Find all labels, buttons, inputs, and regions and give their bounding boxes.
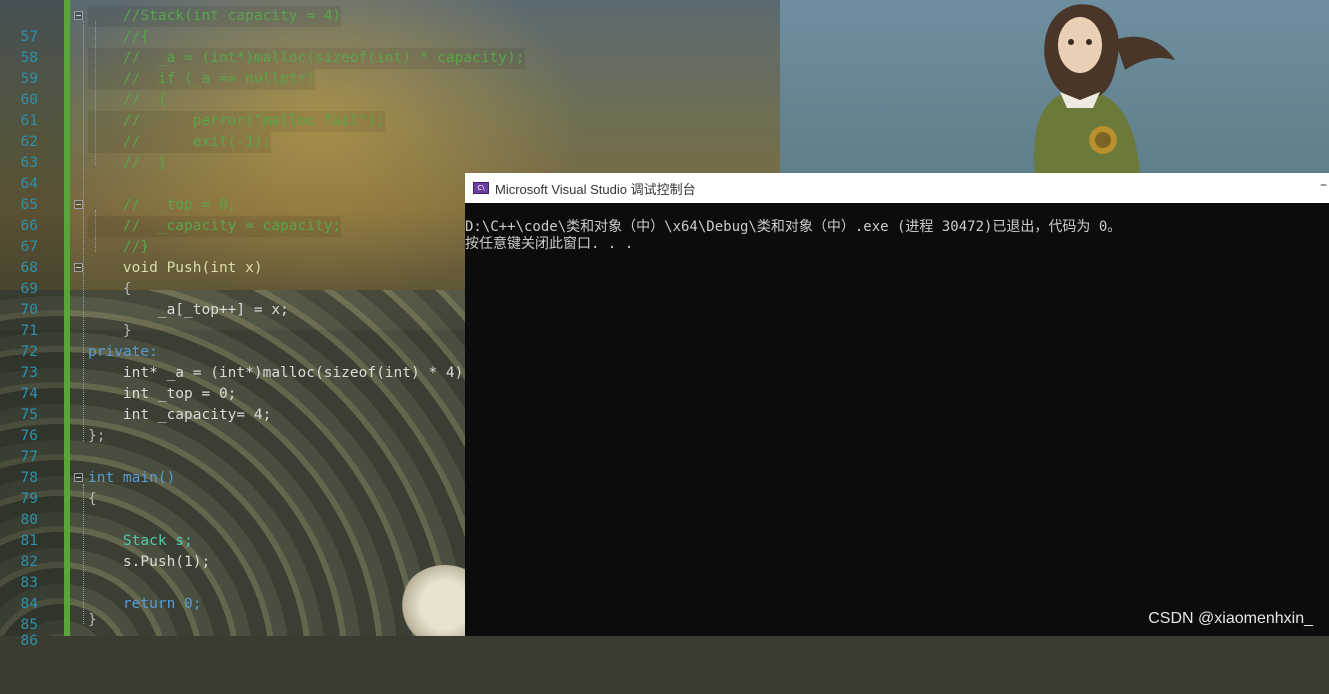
code-text: _a[_top++] = x;	[88, 302, 289, 318]
code-text: int _capacity= 4;	[88, 407, 272, 423]
code-line[interactable]: 76 int _capacity= 4;	[0, 405, 470, 444]
code-text: }	[88, 323, 132, 339]
code-line[interactable]: 83 s.Push(1);	[0, 552, 470, 591]
code-line[interactable]: 80 {	[0, 489, 470, 528]
code-text: // if (_a == nullptr)	[88, 69, 315, 90]
code-line[interactable]: 69 void Push(int x)	[0, 258, 470, 297]
code-text: // exit(-1);	[88, 132, 272, 153]
code-line[interactable]: 75 int _top = 0;	[0, 384, 470, 423]
code-line[interactable]: 74 int* _a = (int*)malloc(sizeof(int) * …	[0, 363, 473, 402]
code-line[interactable]: 66 // _top = 0;	[0, 195, 470, 234]
code-text: // _top = 0;	[88, 197, 237, 213]
code-text: // }	[88, 155, 167, 171]
code-text: int main()	[88, 470, 176, 486]
code-text: };	[88, 428, 106, 444]
code-text: s.Push(1);	[88, 554, 211, 570]
code-text: Stack s;	[88, 533, 193, 549]
code-text: //}	[88, 239, 150, 255]
code-line[interactable]: 79 int main()	[0, 468, 470, 507]
code-line[interactable]: 65	[0, 174, 470, 213]
code-text: //{	[88, 29, 150, 45]
code-line[interactable]: 82 Stack s;	[0, 531, 470, 570]
code-line[interactable]: 60 // if (_a == nullptr)	[0, 69, 470, 108]
console-app-icon: C\	[473, 182, 489, 194]
code-line[interactable]: 72 }	[0, 321, 470, 360]
code-line[interactable]: 86 }	[0, 610, 470, 649]
code-line[interactable]: 57 //Stack(int capacity = 4)	[0, 6, 470, 45]
code-line[interactable]: 77 };	[0, 426, 470, 465]
code-text: {	[88, 491, 97, 507]
code-line[interactable]: 58 //{	[0, 27, 470, 66]
console-title-bar[interactable]: C\ Microsoft Visual Studio 调试控制台 –	[465, 173, 1329, 203]
code-text: private:	[88, 344, 158, 360]
collapse-toggle-icon[interactable]	[74, 263, 83, 272]
debug-console-window[interactable]: C\ Microsoft Visual Studio 调试控制台 – D:\C+…	[465, 173, 1329, 636]
code-line[interactable]: 71 _a[_top++] = x;	[0, 300, 470, 339]
collapse-toggle-icon[interactable]	[74, 473, 83, 482]
code-text: // _capacity = capacity;	[88, 216, 342, 237]
code-text: // _a = (int*)malloc(sizeof(int) * capac…	[88, 48, 525, 69]
console-output-line: D:\C++\code\类和对象（中）\x64\Debug\类和对象（中）.ex…	[465, 219, 1122, 235]
code-line[interactable]: 68 //}	[0, 237, 470, 276]
line-number: 86	[20, 633, 38, 649]
code-line[interactable]: 73 private:	[0, 342, 470, 381]
code-text: int* _a = (int*)malloc(sizeof(int) * 4);	[88, 365, 473, 381]
code-line[interactable]: 59 // _a = (int*)malloc(sizeof(int) * ca…	[0, 48, 525, 87]
code-text: // perror("malloc fail");	[88, 111, 385, 132]
wallpaper-character-illustration	[1034, 4, 1175, 175]
code-text: }	[88, 612, 97, 628]
console-title: Microsoft Visual Studio 调试控制台	[495, 181, 696, 197]
code-line[interactable]: 70 {	[0, 279, 470, 318]
csdn-watermark: CSDN @xiaomenhxin_	[1148, 610, 1313, 627]
code-line[interactable]: 64 // }	[0, 153, 470, 192]
code-line[interactable]: 78	[0, 447, 470, 486]
minimize-button[interactable]: –	[1320, 177, 1327, 193]
code-text: //Stack(int capacity = 4)	[88, 6, 342, 27]
code-line[interactable]: 81	[0, 510, 470, 549]
code-text: // {	[88, 92, 167, 108]
code-line[interactable]: 62 // perror("malloc fail");	[0, 111, 470, 150]
code-line[interactable]: 63 // exit(-1);	[0, 132, 470, 171]
collapse-toggle-icon[interactable]	[74, 11, 83, 20]
code-line[interactable]: 84	[0, 573, 470, 612]
code-text: void Push(int x)	[88, 260, 263, 276]
console-output-line: 按任意键关闭此窗口. . .	[465, 236, 634, 252]
code-line[interactable]: 61 // {	[0, 90, 470, 129]
code-text: int _top = 0;	[88, 386, 237, 402]
code-editor[interactable]: 57 //Stack(int capacity = 4) 58 //{ 59 /…	[0, 0, 525, 649]
code-line[interactable]: 67 // _capacity = capacity;	[0, 216, 470, 255]
code-text: {	[88, 281, 132, 297]
collapse-toggle-icon[interactable]	[74, 200, 83, 209]
console-output[interactable]: D:\C++\code\类和对象（中）\x64\Debug\类和对象（中）.ex…	[465, 203, 1329, 253]
